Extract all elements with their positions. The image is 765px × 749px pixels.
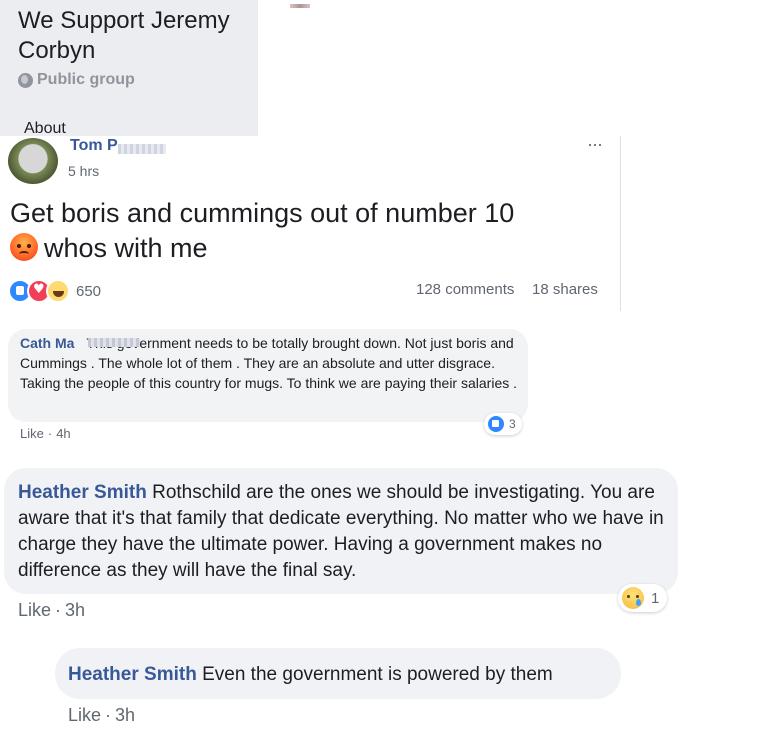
like-button[interactable]: Like [20, 426, 44, 441]
post-timestamp[interactable]: 5 hrs [68, 163, 99, 179]
comment-actions: Like · 4h [20, 426, 71, 441]
comment-author[interactable]: Cath Ma [20, 335, 74, 351]
comment-actions: Like · 3h [18, 600, 86, 620]
group-privacy: Public group [18, 71, 135, 89]
post-text-line: whos with me [10, 231, 600, 266]
haha-reaction-icon [46, 279, 70, 303]
reply-author[interactable]: Heather Smith [68, 664, 197, 685]
reactions-summary[interactable]: 650 [8, 279, 101, 303]
image-fragment [290, 4, 310, 8]
redacted-name [118, 144, 166, 154]
comment-reactions[interactable]: 3 [484, 413, 522, 435]
reply-actions: Like · 3h [68, 705, 136, 725]
reaction-count: 650 [76, 282, 102, 300]
post-author-name[interactable]: Tom P [70, 137, 118, 155]
group-privacy-label: Public group [37, 71, 135, 88]
avatar[interactable] [8, 138, 58, 184]
globe-icon [18, 72, 33, 88]
comment-author[interactable]: Heather Smith [18, 482, 147, 503]
group-title[interactable]: We Support Jeremy Corbyn [18, 6, 253, 66]
comment-timestamp[interactable]: 4h [56, 426, 70, 441]
cropped-text-fragment [112, 305, 157, 311]
post-text-line2: whos with me [44, 233, 208, 263]
redacted-name [88, 338, 140, 347]
sad-reaction-icon [622, 587, 644, 609]
comment-reactions[interactable]: 1 [618, 584, 668, 612]
post-text-line: Get boris and cummings out of number 10 [10, 198, 515, 228]
reply-text: Heather Smith Even the government is pow… [68, 662, 613, 688]
comment-text: Heather Smith Rothschild are the ones we… [18, 480, 668, 584]
like-button[interactable]: Like [18, 600, 51, 620]
comment-reaction-count: 3 [509, 417, 516, 431]
like-reaction-icon [488, 416, 504, 432]
shares-count-link[interactable]: 18 shares [532, 281, 598, 298]
angry-emoji-icon [10, 233, 38, 261]
more-options-icon[interactable]: ··· [587, 134, 603, 155]
reply-body: Even the government is powered by them [202, 664, 553, 685]
comments-count-link[interactable]: 128 comments [416, 281, 514, 298]
comment-timestamp[interactable]: 3h [65, 600, 85, 620]
like-button[interactable]: Like [68, 705, 101, 725]
comment-reaction-count: 1 [651, 589, 660, 607]
post-text: Get boris and cummings out of number 10 … [10, 196, 600, 266]
reply-timestamp[interactable]: 3h [115, 705, 135, 725]
